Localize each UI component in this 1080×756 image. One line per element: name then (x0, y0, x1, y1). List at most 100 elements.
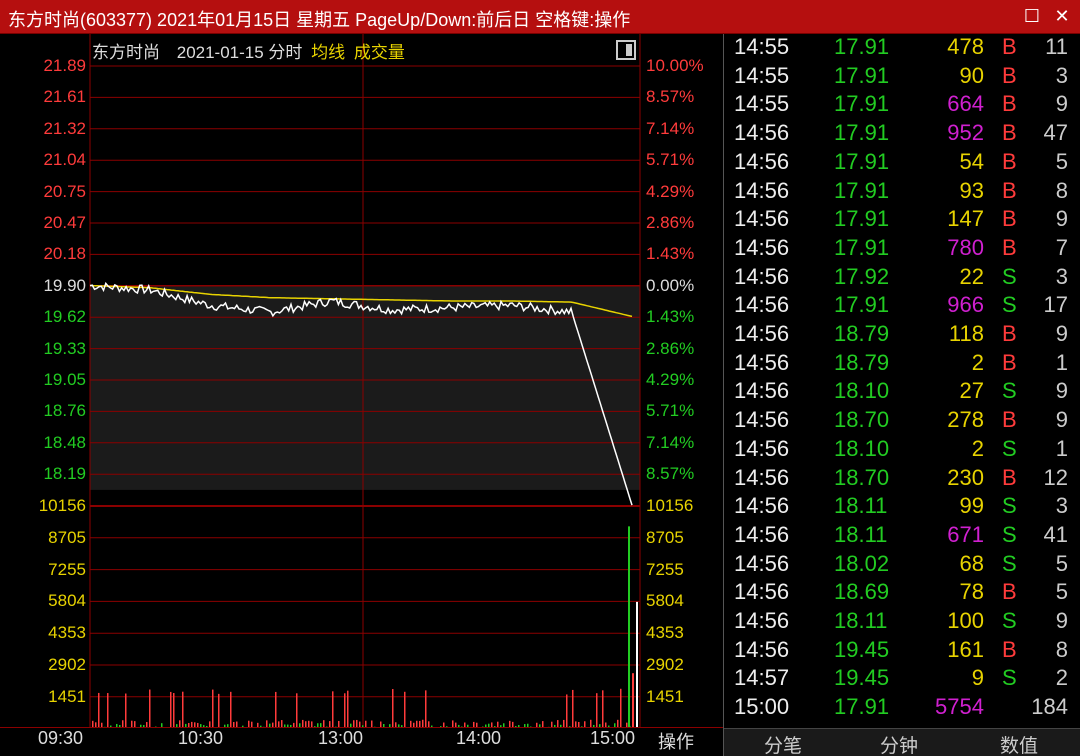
trade-volume: 161 (947, 636, 984, 662)
trade-side: S (1002, 608, 1017, 633)
percent-tick-label: 7.14% (646, 432, 695, 452)
trade-row: 14:56 18.11 100 S 9 (724, 608, 1080, 637)
trade-count: 7 (1055, 234, 1068, 260)
volume-bar (636, 601, 638, 728)
trade-count: 1 (1055, 435, 1068, 461)
trade-count: 1 (1055, 349, 1068, 375)
chart-canvas (89, 34, 641, 728)
trade-volume: 93 (959, 177, 984, 203)
percent-tick-label: 1.43% (646, 244, 695, 264)
trade-time: 15:00 (734, 694, 790, 720)
trade-row: 14:56 18.11 99 S 3 (724, 493, 1080, 522)
trade-time: 14:56 (734, 120, 790, 146)
trade-side: B (1002, 234, 1017, 260)
price-tick-label: 18.76 (43, 401, 86, 421)
trade-volume: 68 (959, 550, 984, 576)
trade-price: 18.79 (834, 349, 890, 375)
volume-bar (296, 693, 298, 728)
volume-tick-label: 4353 (646, 623, 684, 643)
volume-bar (275, 691, 277, 728)
chart-date: 2021-01-15 分时 (176, 43, 303, 62)
trade-price: 17.91 (834, 120, 890, 146)
trade-volume: 966 (947, 292, 984, 318)
trade-row: 14:56 18.70 278 B 9 (724, 407, 1080, 436)
tab-minutes[interactable]: 分钟 (880, 731, 918, 756)
volume-bar (628, 526, 630, 728)
volume-bar (230, 691, 232, 728)
percent-tick-label: 10.00% (646, 56, 704, 75)
trade-count: 9 (1055, 206, 1068, 232)
volume-bar (125, 693, 127, 728)
trade-time: 14:56 (734, 550, 790, 576)
trade-volume: 118 (948, 321, 984, 346)
trade-count: 9 (1055, 608, 1068, 633)
volume-bar (344, 693, 346, 728)
trade-count: 9 (1055, 378, 1068, 404)
volume-tick-label: 1451 (48, 686, 86, 706)
trade-volume: 278 (947, 407, 984, 433)
volume-bar (170, 691, 172, 728)
volume-bar (182, 691, 184, 728)
avg-line-label[interactable]: 均线 (311, 43, 345, 62)
trade-volume: 100 (947, 608, 984, 633)
percent-tick-label: 7.14% (646, 118, 695, 138)
title-bar: 东方时尚(603377) 2021年01月15日 星期五 PageUp/Down… (0, 0, 1080, 34)
bottom-tabs: 分笔 分钟 数值 (724, 728, 1080, 756)
volume-tick-label: 10156 (38, 496, 86, 515)
trade-side: B (1002, 407, 1017, 433)
price-tick-label: 21.89 (43, 56, 86, 75)
price-tick-label: 19.62 (43, 307, 86, 327)
volume-tick-label: 7255 (48, 559, 86, 579)
trade-side: S (1002, 292, 1017, 318)
trade-side: B (1002, 464, 1017, 490)
time-tick-label: 14:00 (456, 728, 502, 748)
trade-row: 14:56 17.91 780 B 7 (724, 235, 1080, 264)
trade-volume: 78 (959, 579, 984, 605)
price-area-fill (90, 285, 640, 490)
trade-volume: 478 (947, 34, 984, 59)
trade-price: 18.79 (834, 321, 890, 346)
volume-tick-label: 5804 (646, 591, 684, 611)
trade-count: 8 (1055, 636, 1068, 662)
trade-price: 17.91 (834, 177, 890, 203)
trade-count: 3 (1055, 263, 1068, 289)
tick-trade-list[interactable]: 14:55 17.91 478 B 11 14:55 17.91 90 B 3 14:55 17.91… (724, 34, 1080, 728)
intraday-chart[interactable] (0, 34, 723, 728)
volume-bar (218, 693, 220, 728)
trade-row: 14:56 17.91 54 B 5 (724, 149, 1080, 178)
panel-toggle-icon[interactable] (616, 40, 636, 60)
close-icon[interactable]: ✕ (1050, 4, 1074, 28)
trade-price: 18.11 (834, 493, 888, 519)
trade-row: 14:56 19.45 161 B 8 (724, 637, 1080, 666)
trade-side: B (1002, 349, 1017, 375)
volume-tick-label: 2902 (48, 655, 86, 674)
volume-tick-label: 2902 (646, 655, 684, 674)
volume-bar (602, 690, 604, 728)
trade-side: S (1002, 263, 1017, 289)
trade-side: B (1002, 120, 1017, 146)
trade-price: 17.91 (834, 91, 890, 117)
trade-volume: 2 (971, 349, 984, 375)
trade-row: 14:56 18.10 27 S 9 (724, 378, 1080, 407)
volume-label[interactable]: 成交量 (354, 43, 405, 62)
volume-tick-label: 8705 (646, 527, 684, 547)
tab-values[interactable]: 数值 (1000, 731, 1038, 756)
trade-volume: 22 (959, 263, 984, 289)
trade-volume: 147 (947, 206, 984, 232)
trade-count: 2 (1055, 665, 1068, 691)
price-tick-label: 20.75 (43, 181, 86, 201)
volume-bar (149, 689, 151, 728)
trade-side: B (1002, 579, 1017, 605)
volume-bar (347, 690, 349, 728)
volume-bar (98, 692, 100, 728)
trade-side: S (1002, 665, 1017, 691)
price-tick-label: 20.18 (43, 244, 86, 264)
tab-ticks[interactable]: 分笔 (764, 731, 802, 756)
time-tick-label: 09:30 (38, 728, 84, 748)
trade-side: S (1002, 378, 1017, 404)
trade-side: B (1002, 62, 1017, 88)
operation-label[interactable]: 操作 (658, 728, 694, 754)
maximize-icon[interactable]: ☐ (1020, 4, 1044, 28)
trade-volume: 952 (947, 120, 984, 146)
trade-side: B (1002, 34, 1017, 59)
